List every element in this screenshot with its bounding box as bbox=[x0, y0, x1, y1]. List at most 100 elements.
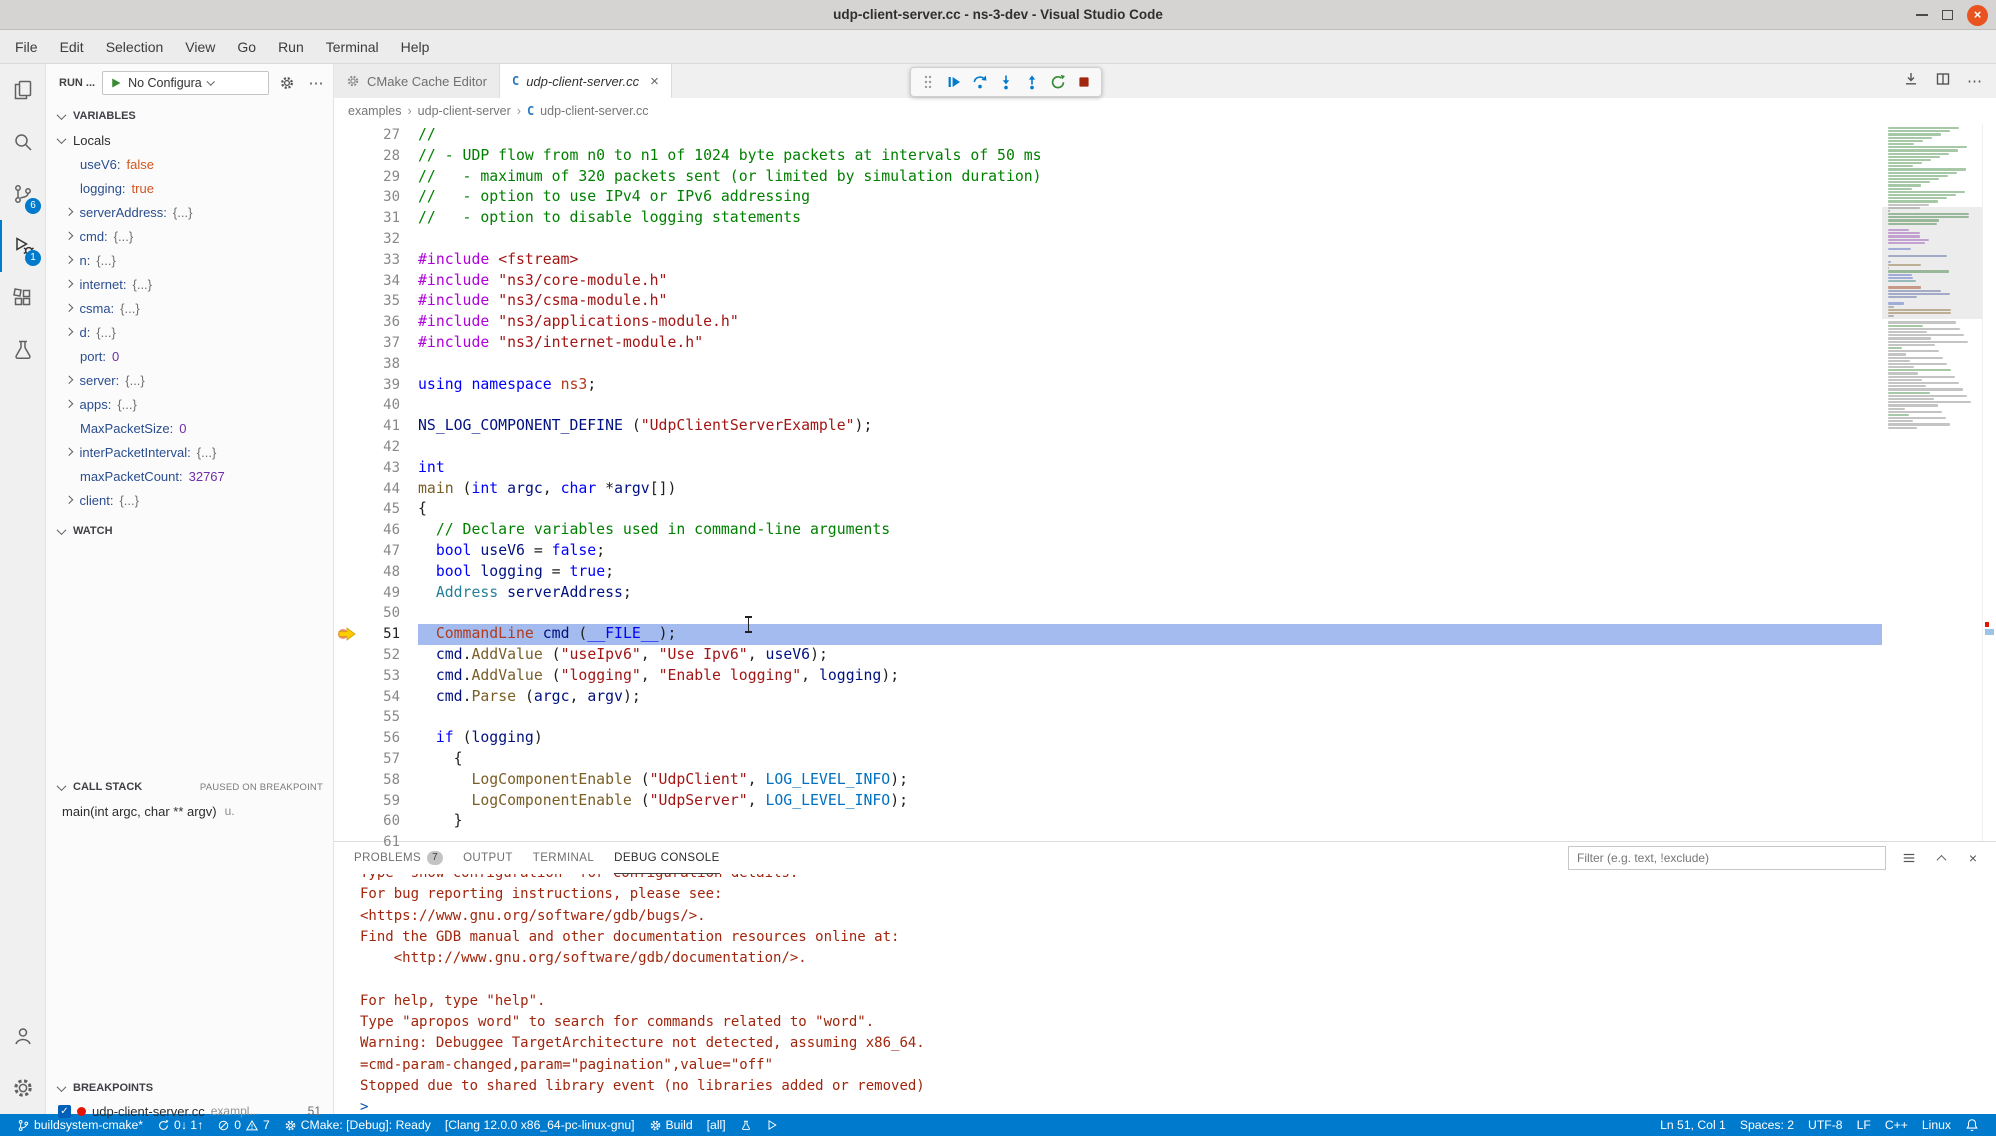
variable-row[interactable]: apps:{...} bbox=[46, 392, 333, 416]
indentation-item[interactable]: Spaces: 2 bbox=[1733, 1118, 1801, 1132]
breakpoints-section-header[interactable]: BREAKPOINTS bbox=[46, 1076, 333, 1100]
breakpoint-item[interactable]: ✓ udp-client-server.cc exampl... 51 bbox=[46, 1100, 333, 1122]
variable-row[interactable]: interPacketInterval:{...} bbox=[46, 440, 333, 464]
search-icon[interactable] bbox=[0, 116, 45, 168]
code-line-44[interactable]: 44main (int argc, char *argv[]) bbox=[334, 479, 1882, 500]
eol-item[interactable]: LF bbox=[1850, 1118, 1878, 1132]
cursor-position-item[interactable]: Ln 51, Col 1 bbox=[1653, 1118, 1733, 1132]
code-line-36[interactable]: 36#include "ns3/applications-module.h" bbox=[334, 312, 1882, 333]
breakpoint-margin[interactable] bbox=[334, 312, 360, 333]
language-mode-item[interactable]: C++ bbox=[1878, 1118, 1915, 1132]
code-line-55[interactable]: 55 bbox=[334, 707, 1882, 728]
breakpoint-margin[interactable] bbox=[334, 375, 360, 396]
breakpoint-margin[interactable] bbox=[334, 770, 360, 791]
call-stack-section-header[interactable]: CALL STACK PAUSED ON BREAKPOINT bbox=[46, 775, 333, 799]
account-icon[interactable] bbox=[0, 1010, 45, 1062]
variable-row[interactable]: serverAddress:{...} bbox=[46, 200, 333, 224]
code-line-59[interactable]: 59 LogComponentEnable ("UdpServer", LOG_… bbox=[334, 791, 1882, 812]
maximize-icon[interactable] bbox=[1942, 10, 1953, 20]
notifications-bell-icon[interactable] bbox=[1958, 1118, 1986, 1132]
menu-selection[interactable]: Selection bbox=[95, 30, 175, 64]
code-line-47[interactable]: 47 bool useV6 = false; bbox=[334, 541, 1882, 562]
more-actions-icon[interactable]: ⋯ bbox=[1967, 72, 1982, 90]
console-prompt[interactable]: > bbox=[360, 1097, 1996, 1114]
panel-menu-icon[interactable] bbox=[1900, 849, 1918, 867]
cmake-build-item[interactable]: Build bbox=[642, 1118, 700, 1132]
breakpoint-margin[interactable] bbox=[334, 229, 360, 250]
minimize-icon[interactable] bbox=[1916, 14, 1928, 16]
breakpoint-margin[interactable] bbox=[334, 583, 360, 604]
code-line-34[interactable]: 34#include "ns3/core-module.h" bbox=[334, 271, 1882, 292]
run-debug-icon[interactable]: 1 bbox=[0, 220, 45, 272]
build-target-item[interactable]: [all] bbox=[700, 1118, 733, 1132]
breakpoint-margin[interactable] bbox=[334, 562, 360, 583]
code-line-54[interactable]: 54 cmd.Parse (argc, argv); bbox=[334, 687, 1882, 708]
code-editor[interactable]: 27//28// - UDP flow from n0 to n1 of 102… bbox=[334, 124, 1996, 841]
launch-item[interactable] bbox=[759, 1119, 785, 1131]
breakpoint-margin[interactable] bbox=[334, 250, 360, 271]
code-line-27[interactable]: 27// bbox=[334, 125, 1882, 146]
source-control-icon[interactable]: 6 bbox=[0, 168, 45, 220]
explorer-icon[interactable] bbox=[0, 64, 45, 116]
menu-view[interactable]: View bbox=[174, 30, 226, 64]
code-line-29[interactable]: 29// - maximum of 320 packets sent (or l… bbox=[334, 167, 1882, 188]
menu-run[interactable]: Run bbox=[267, 30, 315, 64]
step-into-icon[interactable] bbox=[993, 69, 1019, 95]
code-line-49[interactable]: 49 Address serverAddress; bbox=[334, 583, 1882, 604]
breakpoint-margin[interactable] bbox=[334, 458, 360, 479]
code-line-33[interactable]: 33#include <fstream> bbox=[334, 250, 1882, 271]
breakpoint-margin[interactable] bbox=[334, 125, 360, 146]
code-line-60[interactable]: 60 } bbox=[334, 811, 1882, 832]
open-changes-icon[interactable] bbox=[1903, 71, 1919, 92]
breakpoint-margin[interactable] bbox=[334, 728, 360, 749]
step-out-icon[interactable] bbox=[1019, 69, 1045, 95]
variable-row[interactable]: server:{...} bbox=[46, 368, 333, 392]
breakpoint-margin[interactable] bbox=[334, 437, 360, 458]
ctest-item[interactable] bbox=[733, 1119, 759, 1132]
watch-section-header[interactable]: WATCH bbox=[46, 519, 333, 543]
code-line-51[interactable]: 51 CommandLine cmd (__FILE__); bbox=[334, 624, 1882, 645]
breakpoint-margin[interactable] bbox=[334, 520, 360, 541]
code-lines[interactable]: 27//28// - UDP flow from n0 to n1 of 102… bbox=[334, 124, 1882, 841]
testing-icon[interactable] bbox=[0, 324, 45, 376]
breadcrumb-folder[interactable]: examples bbox=[348, 104, 402, 118]
breadcrumb-folder[interactable]: udp-client-server bbox=[418, 104, 511, 118]
debug-current-line-arrow[interactable] bbox=[334, 624, 360, 645]
code-line-56[interactable]: 56 if (logging) bbox=[334, 728, 1882, 749]
breakpoint-margin[interactable] bbox=[334, 479, 360, 500]
code-line-30[interactable]: 30// - option to use IPv4 or IPv6 addres… bbox=[334, 187, 1882, 208]
code-line-40[interactable]: 40 bbox=[334, 395, 1882, 416]
close-tab-icon[interactable]: × bbox=[650, 73, 659, 90]
variable-row[interactable]: port:0 bbox=[46, 344, 333, 368]
step-over-icon[interactable] bbox=[967, 69, 993, 95]
breakpoint-margin[interactable] bbox=[334, 333, 360, 354]
code-line-32[interactable]: 32 bbox=[334, 229, 1882, 250]
scope-locals[interactable]: Locals bbox=[46, 128, 333, 152]
configure-gear-icon[interactable] bbox=[276, 72, 298, 94]
code-line-41[interactable]: 41NS_LOG_COMPONENT_DEFINE ("UdpClientSer… bbox=[334, 416, 1882, 437]
breakpoint-margin[interactable] bbox=[334, 395, 360, 416]
variable-row[interactable]: client:{...} bbox=[46, 488, 333, 512]
variables-section-header[interactable]: VARIABLES bbox=[46, 104, 333, 128]
debug-console[interactable]: Type "show configuration" for configurat… bbox=[334, 874, 1996, 1114]
breakpoint-margin[interactable] bbox=[334, 749, 360, 770]
breakpoint-margin[interactable] bbox=[334, 707, 360, 728]
breakpoint-margin[interactable] bbox=[334, 146, 360, 167]
restart-icon[interactable] bbox=[1045, 69, 1071, 95]
breakpoint-margin[interactable] bbox=[334, 832, 360, 853]
code-line-42[interactable]: 42 bbox=[334, 437, 1882, 458]
minimap[interactable] bbox=[1882, 124, 1982, 841]
menu-edit[interactable]: Edit bbox=[49, 30, 95, 64]
variable-row[interactable]: logging:true bbox=[46, 176, 333, 200]
code-line-37[interactable]: 37#include "ns3/internet-module.h" bbox=[334, 333, 1882, 354]
code-line-57[interactable]: 57 { bbox=[334, 749, 1882, 770]
code-line-39[interactable]: 39using namespace ns3; bbox=[334, 375, 1882, 396]
breakpoint-margin[interactable] bbox=[334, 687, 360, 708]
os-item[interactable]: Linux bbox=[1915, 1118, 1958, 1132]
code-line-28[interactable]: 28// - UDP flow from n0 to n1 of 1024 by… bbox=[334, 146, 1882, 167]
breakpoint-margin[interactable] bbox=[334, 645, 360, 666]
breakpoint-margin[interactable] bbox=[334, 811, 360, 832]
code-line-52[interactable]: 52 cmd.AddValue ("useIpv6", "Use Ipv6", … bbox=[334, 645, 1882, 666]
breakpoint-margin[interactable] bbox=[334, 187, 360, 208]
variable-row[interactable]: internet:{...} bbox=[46, 272, 333, 296]
